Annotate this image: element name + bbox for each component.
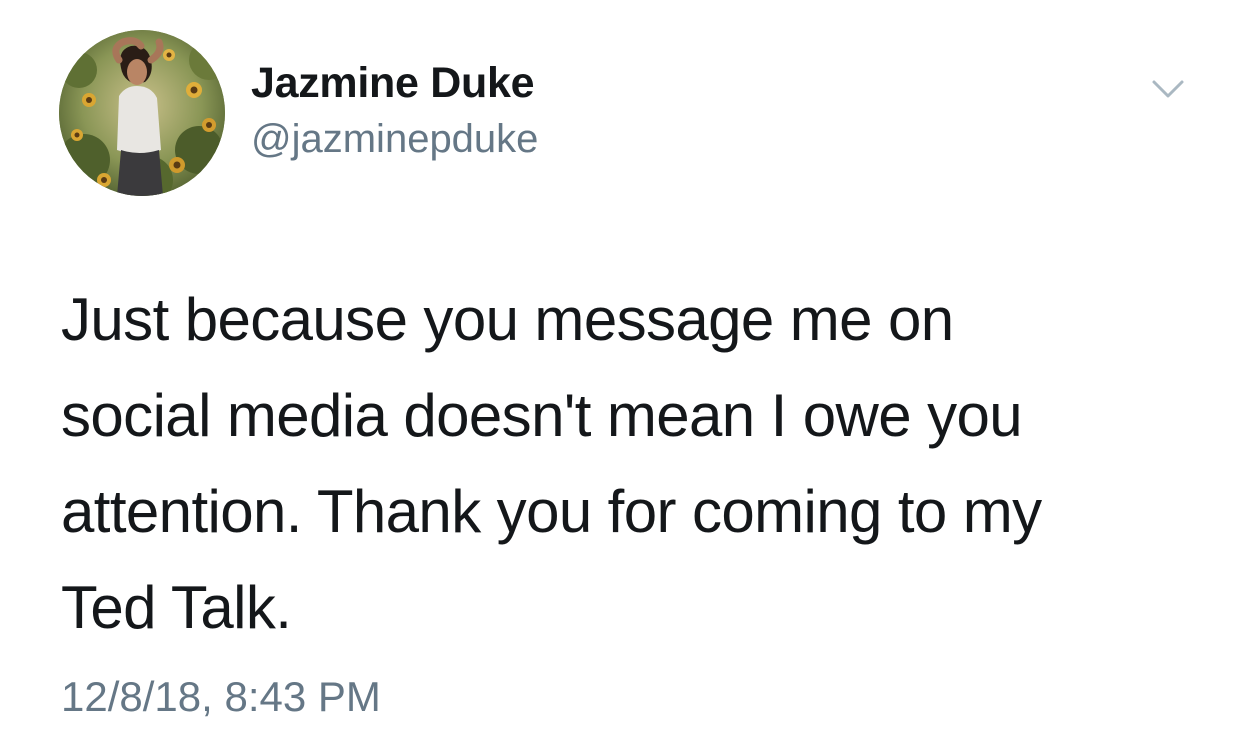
author-info[interactable]: Jazmine Duke @jazminepduke — [251, 58, 538, 162]
display-name[interactable]: Jazmine Duke — [251, 58, 538, 108]
user-handle[interactable]: @jazminepduke — [251, 116, 538, 162]
avatar-photo-icon — [59, 30, 225, 196]
tweet-timestamp[interactable]: 12/8/18, 8:43 PM — [61, 672, 381, 722]
tweet-menu-button[interactable] — [1146, 74, 1190, 104]
chevron-down-icon — [1152, 80, 1184, 98]
avatar[interactable] — [59, 30, 225, 196]
tweet-text: Just because you message me on social me… — [61, 286, 1042, 641]
